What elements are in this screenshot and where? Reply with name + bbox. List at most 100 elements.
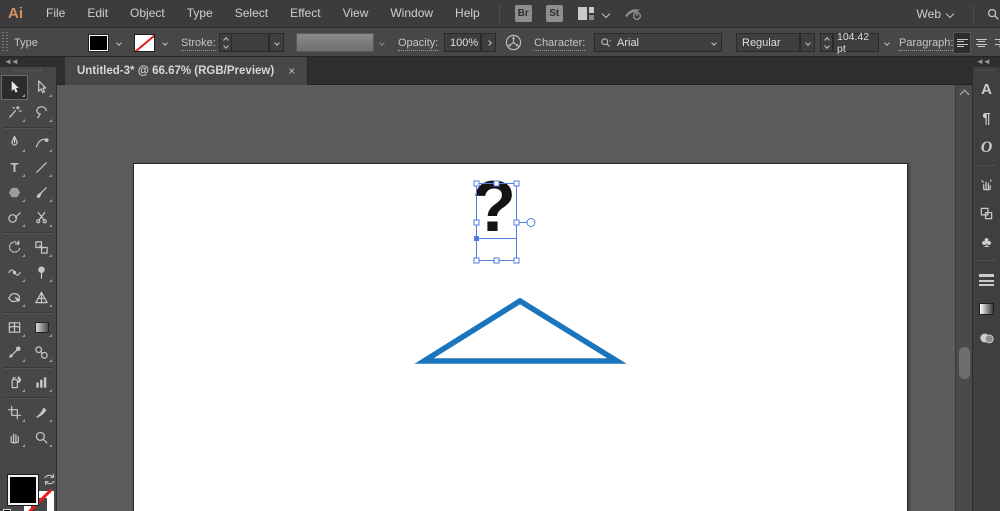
type-tool[interactable]: T bbox=[1, 155, 28, 180]
panel-transparency-icon[interactable] bbox=[973, 323, 1000, 352]
artboard-tool[interactable] bbox=[1, 400, 28, 425]
canvas-area[interactable]: ? bbox=[57, 85, 955, 511]
panel-character-icon[interactable]: A bbox=[973, 75, 1000, 104]
gradient-tool[interactable] bbox=[28, 315, 55, 340]
dock-grip[interactable]: ····· bbox=[973, 67, 1000, 75]
line-segment-tool[interactable] bbox=[28, 155, 55, 180]
align-left-button[interactable] bbox=[953, 32, 971, 54]
mesh-tool[interactable] bbox=[1, 315, 28, 340]
magic-wand-tool[interactable] bbox=[1, 100, 28, 125]
direct-selection-tool[interactable] bbox=[28, 75, 55, 100]
workspace-switcher[interactable]: Web bbox=[917, 7, 941, 21]
rotate-tool[interactable] bbox=[1, 235, 28, 260]
scale-tool[interactable] bbox=[28, 235, 55, 260]
opacity-field[interactable]: 100% bbox=[444, 33, 481, 52]
panel-paragraph-icon[interactable]: ¶ bbox=[973, 104, 1000, 133]
triangle-shape[interactable] bbox=[410, 293, 630, 369]
dock-collapse-icon[interactable]: ◄◄ bbox=[973, 57, 1000, 67]
fill-proxy-swatch[interactable] bbox=[8, 475, 38, 505]
menu-window[interactable]: Window bbox=[379, 0, 444, 27]
column-graph-tool[interactable] bbox=[28, 370, 55, 395]
panel-graphic-styles-icon[interactable] bbox=[973, 199, 1000, 228]
dock-grip[interactable]: ····· bbox=[973, 162, 1000, 170]
tab-bar: Untitled-3* @ 66.67% (RGB/Preview) × bbox=[57, 57, 1000, 85]
brush-definition-combo bbox=[296, 33, 374, 52]
stroke-weight-chevron-icon[interactable] bbox=[269, 33, 284, 52]
arrange-documents-chevron-icon[interactable] bbox=[601, 9, 610, 18]
width-tool[interactable] bbox=[1, 260, 28, 285]
toolbar-collapse-icon[interactable]: ◄◄ bbox=[0, 57, 56, 67]
zoom-tool[interactable] bbox=[28, 425, 55, 450]
hand-tool[interactable] bbox=[1, 425, 28, 450]
pen-tool[interactable] bbox=[1, 130, 28, 155]
panel-grip[interactable] bbox=[2, 32, 9, 53]
puppet-warp-tool[interactable] bbox=[28, 260, 55, 285]
menu-type[interactable]: Type bbox=[176, 0, 224, 27]
shaper-tool[interactable] bbox=[1, 205, 28, 230]
font-style-chevron-icon[interactable] bbox=[800, 33, 815, 52]
fill-color-swatch[interactable] bbox=[88, 34, 109, 52]
control-bar: Type Stroke: Opacity: 100% Character: Ar… bbox=[0, 27, 1000, 57]
slice-tool[interactable] bbox=[28, 400, 55, 425]
menu-effect[interactable]: Effect bbox=[279, 0, 331, 27]
symbol-sprayer-tool[interactable] bbox=[1, 370, 28, 395]
menu-bar: Ai File Edit Object Type Select Effect V… bbox=[0, 0, 1000, 27]
shape-tool[interactable] bbox=[1, 180, 28, 205]
menu-edit[interactable]: Edit bbox=[76, 0, 119, 27]
paragraph-label[interactable]: Paragraph: bbox=[899, 37, 954, 51]
scissors-tool[interactable] bbox=[28, 205, 55, 230]
arrange-documents-icon[interactable] bbox=[577, 7, 594, 20]
font-style-combo[interactable]: Regular bbox=[736, 33, 800, 52]
menu-select[interactable]: Select bbox=[224, 0, 279, 27]
panel-gradient-icon[interactable] bbox=[973, 294, 1000, 323]
divider bbox=[498, 4, 500, 23]
opacity-expand-icon[interactable] bbox=[481, 33, 496, 52]
document-tab[interactable]: Untitled-3* @ 66.67% (RGB/Preview) × bbox=[65, 57, 309, 85]
panel-symbols-icon[interactable]: ♣ bbox=[973, 228, 1000, 257]
recolor-artwork-icon[interactable] bbox=[505, 34, 522, 51]
character-label[interactable]: Character: bbox=[534, 37, 586, 51]
bridge-button[interactable]: Br bbox=[514, 5, 532, 22]
font-size-stepper[interactable] bbox=[820, 33, 833, 52]
paintbrush-tool[interactable] bbox=[28, 180, 55, 205]
baseline-handle[interactable] bbox=[474, 236, 479, 241]
align-right-button[interactable] bbox=[991, 32, 1000, 54]
menu-object[interactable]: Object bbox=[119, 0, 176, 27]
scroll-up-icon[interactable] bbox=[959, 89, 970, 100]
stroke-weight-label[interactable]: Stroke: bbox=[181, 37, 216, 51]
selection-bounding-box[interactable] bbox=[467, 177, 545, 269]
align-center-button[interactable] bbox=[972, 32, 990, 54]
swap-fill-stroke-icon[interactable] bbox=[43, 473, 56, 486]
font-size-field[interactable]: 104.42 pt bbox=[833, 31, 879, 55]
fill-color-chevron-icon[interactable] bbox=[111, 34, 126, 52]
panel-stroke-icon[interactable] bbox=[973, 265, 1000, 294]
toolbar-grip[interactable]: ········ bbox=[0, 67, 56, 75]
stroke-color-chevron-icon[interactable] bbox=[157, 34, 172, 52]
panel-opentype-icon[interactable]: O bbox=[973, 133, 1000, 162]
font-family-combo[interactable]: Arial bbox=[594, 33, 722, 52]
stock-button[interactable]: St bbox=[545, 5, 563, 22]
shape-builder-tool[interactable] bbox=[1, 285, 28, 310]
perspective-grid-tool[interactable] bbox=[28, 285, 55, 310]
stroke-color-swatch[interactable] bbox=[134, 34, 155, 52]
selection-tool[interactable] bbox=[1, 75, 28, 100]
menu-view[interactable]: View bbox=[332, 0, 380, 27]
opacity-label[interactable]: Opacity: bbox=[398, 37, 439, 51]
vertical-scrollbar[interactable] bbox=[955, 85, 972, 511]
font-size-chevron-icon[interactable] bbox=[879, 33, 894, 52]
menu-help[interactable]: Help bbox=[444, 0, 491, 27]
panel-appearance-icon[interactable] bbox=[973, 170, 1000, 199]
cs-live-icon[interactable] bbox=[623, 6, 643, 22]
curvature-tool[interactable] bbox=[28, 130, 55, 155]
search-icon[interactable] bbox=[986, 7, 1000, 21]
menu-file[interactable]: File bbox=[35, 0, 76, 27]
stroke-weight-field[interactable] bbox=[231, 33, 269, 52]
dock-grip[interactable]: ····· bbox=[973, 257, 1000, 265]
scrollbar-thumb[interactable] bbox=[959, 347, 970, 379]
tab-close-icon[interactable]: × bbox=[288, 64, 295, 78]
blend-tool[interactable] bbox=[28, 340, 55, 365]
workspace-chevron-icon[interactable] bbox=[945, 9, 955, 18]
tools-panel: ◄◄ ········ T bbox=[0, 57, 57, 511]
lasso-tool[interactable] bbox=[28, 100, 55, 125]
eyedropper-tool[interactable] bbox=[1, 340, 28, 365]
